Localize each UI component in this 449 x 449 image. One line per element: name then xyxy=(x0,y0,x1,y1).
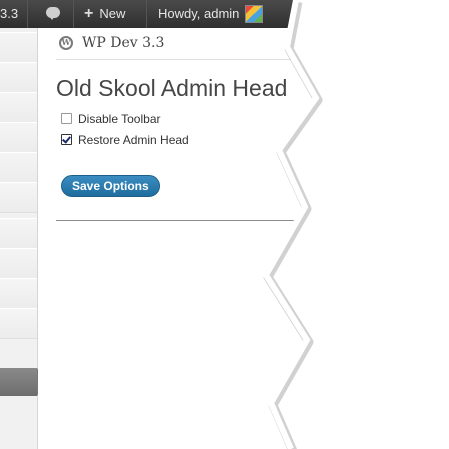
main-content: WP Dev 3.3 Howdy, admin▼ Old Skool Admin… xyxy=(38,28,449,449)
sidebar-menu-item[interactable] xyxy=(0,62,37,93)
option-restore-admin-head[interactable]: Restore Admin Head xyxy=(61,133,189,147)
option-label: Disable Toolbar xyxy=(78,112,161,126)
sidebar-menu-item[interactable] xyxy=(0,152,37,183)
option-disable-toolbar[interactable]: Disable Toolbar xyxy=(61,112,161,126)
plus-icon: + xyxy=(84,5,94,22)
toolbar-new-label: New xyxy=(99,6,126,21)
sidebar-menu-item[interactable] xyxy=(0,182,37,213)
save-options-button[interactable]: Save Options xyxy=(61,175,160,197)
sidebar-menu-item[interactable] xyxy=(0,248,37,279)
toolbar-separator xyxy=(146,0,147,28)
admin-toolbar: 3.3 + New Howdy, admin xyxy=(0,0,449,28)
sidebar-menu-item-current[interactable] xyxy=(0,368,46,396)
toolbar-howdy-label: Howdy, admin xyxy=(158,6,240,21)
disable-toolbar-checkbox[interactable] xyxy=(61,113,72,125)
header-divider xyxy=(56,59,449,60)
content-divider xyxy=(56,220,449,221)
sidebar-menu-item[interactable] xyxy=(0,92,37,123)
toolbar-separator xyxy=(73,0,74,28)
toolbar-separator xyxy=(27,0,28,28)
restore-admin-head-checkbox[interactable] xyxy=(61,134,72,146)
comment-bubble-icon xyxy=(46,7,60,20)
wordpress-logo-icon[interactable] xyxy=(59,36,73,50)
avatar-icon xyxy=(245,4,264,23)
header-account-menu[interactable]: Howdy, admin ▼ xyxy=(345,37,433,51)
admin-sidebar-menu xyxy=(0,28,46,449)
option-label: Restore Admin Head xyxy=(78,133,189,147)
toolbar-version[interactable]: 3.3 xyxy=(0,0,18,28)
sidebar-menu-item[interactable] xyxy=(0,32,37,63)
toolbar-comments[interactable] xyxy=(36,0,70,28)
sidebar-menu-item[interactable] xyxy=(0,122,37,153)
toolbar-new[interactable]: + New xyxy=(84,0,125,28)
toolbar-account[interactable]: Howdy, admin xyxy=(158,0,264,28)
header-howdy-label: Howdy, admin xyxy=(345,37,421,51)
site-title[interactable]: WP Dev 3.3 xyxy=(82,35,164,51)
sidebar-menu-item[interactable] xyxy=(0,218,37,249)
sidebar-menu-item[interactable] xyxy=(0,278,37,309)
page-title: Old Skool Admin Head xyxy=(56,75,288,101)
dropdown-caret-icon: ▼ xyxy=(424,40,434,50)
sidebar-menu-item[interactable] xyxy=(0,308,37,339)
